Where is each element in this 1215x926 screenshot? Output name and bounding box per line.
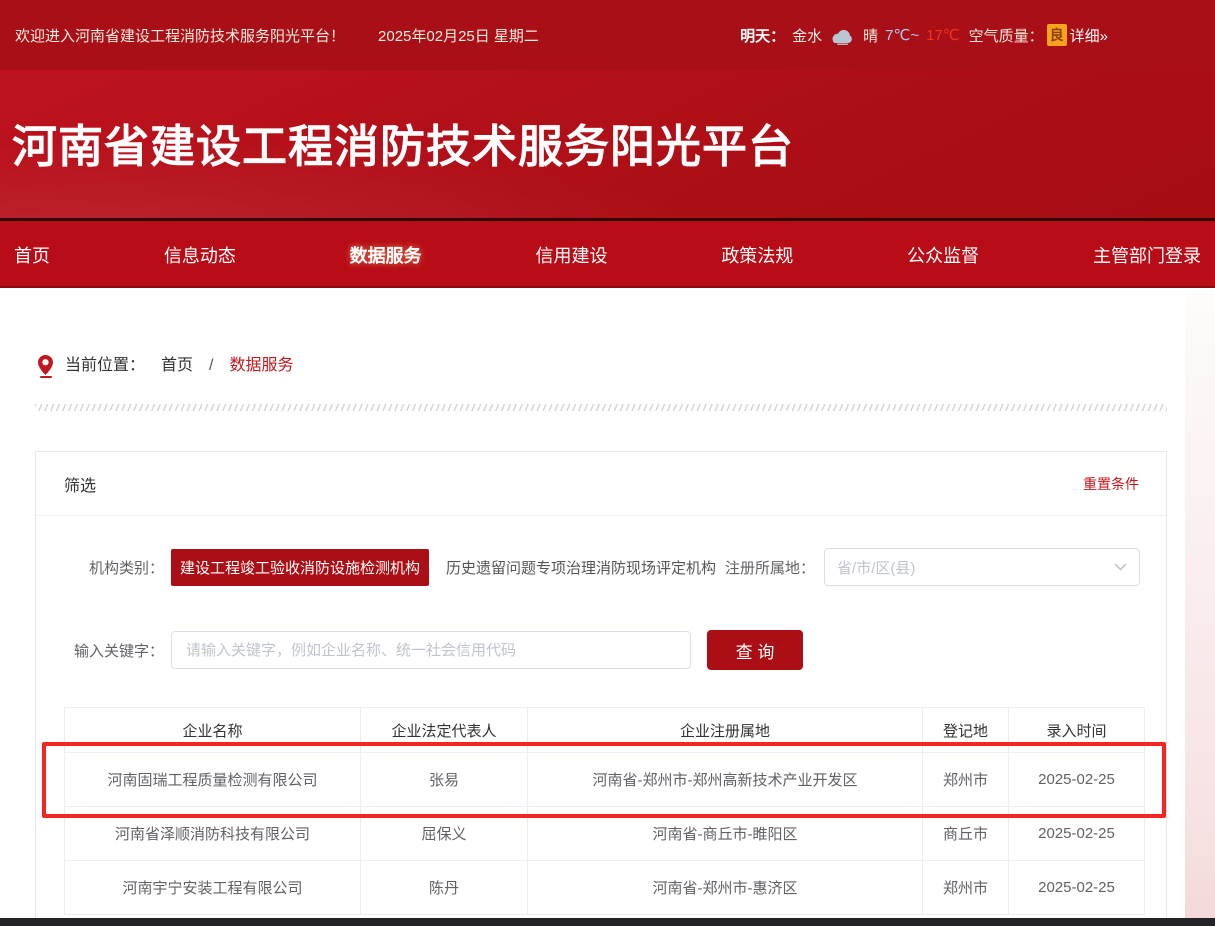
filter-title: 筛选 bbox=[64, 472, 96, 496]
filter-panel-header: 筛选 重置条件 bbox=[36, 452, 1166, 516]
cell-legal-representative: 屈保义 bbox=[361, 807, 528, 861]
table-row: 河南宇宁安装工程有限公司 陈丹 河南省-郑州市-惠济区 郑州市 2025-02-… bbox=[65, 861, 1145, 915]
cell-entry-date: 2025-02-25 bbox=[1009, 753, 1145, 807]
bottom-edge-bar bbox=[0, 918, 1215, 926]
breadcrumb-separator: / bbox=[209, 354, 213, 378]
main-nav: 首页 信息动态 数据服务 信用建设 政策法规 公众监督 主管部门登录 bbox=[0, 218, 1215, 288]
air-quality-label: 空气质量： bbox=[969, 25, 1044, 46]
cell-company-name: 河南宇宁安装工程有限公司 bbox=[65, 861, 361, 915]
category-option[interactable]: 历史遗留问题专项治理消防现场评定机构 bbox=[437, 549, 725, 586]
reset-filters-link[interactable]: 重置条件 bbox=[1083, 474, 1139, 494]
page: 欢迎进入河南省建设工程消防技术服务阳光平台！ 2025年02月25日 星期二 明… bbox=[0, 0, 1215, 926]
cell-registered-location: 河南省-郑州市-惠济区 bbox=[528, 861, 923, 915]
nav-item[interactable]: 公众监督 bbox=[907, 242, 979, 268]
keyword-input[interactable] bbox=[171, 631, 691, 669]
nav-item[interactable]: 首页 bbox=[14, 242, 50, 268]
nav-item[interactable]: 信用建设 bbox=[535, 242, 607, 268]
air-quality-badge: 良 bbox=[1047, 24, 1067, 46]
table-body: 河南固瑞工程质量检测有限公司 张易 河南省-郑州市-郑州高新技术产业开发区 郑州… bbox=[65, 753, 1145, 915]
table-header-cell: 录入时间 bbox=[1009, 708, 1145, 753]
table-header-cell: 登记地 bbox=[923, 708, 1009, 753]
table-header-row: 企业名称 企业法定代表人 企业注册属地 登记地 录入时间 bbox=[65, 708, 1145, 753]
category-option[interactable]: 建设工程竣工验收消防设施检测机构 bbox=[171, 549, 429, 586]
breadcrumb-home-link[interactable]: 首页 bbox=[161, 354, 193, 378]
date-text: 2025年02月25日 星期二 bbox=[378, 25, 539, 46]
welcome-text: 欢迎进入河南省建设工程消防技术服务阳光平台！ bbox=[15, 25, 345, 46]
page-edge-gradient bbox=[1185, 292, 1215, 918]
temp-low: 7℃~ bbox=[885, 26, 919, 44]
cell-company-name: 河南省泽顺消防科技有限公司 bbox=[65, 807, 361, 861]
results-table: 企业名称 企业法定代表人 企业注册属地 登记地 录入时间 河南固瑞工程质量检测有… bbox=[64, 707, 1145, 915]
breadcrumb: 当前位置： 首页 / 数据服务 bbox=[0, 288, 1215, 378]
cell-legal-representative: 张易 bbox=[361, 753, 528, 807]
location-pin-icon bbox=[38, 355, 53, 378]
top-utility-bar: 欢迎进入河南省建设工程消防技术服务阳光平台！ 2025年02月25日 星期二 明… bbox=[0, 0, 1215, 70]
site-title: 河南省建设工程消防技术服务阳光平台 bbox=[0, 70, 1215, 175]
cell-registry-city: 郑州市 bbox=[923, 861, 1009, 915]
temp-high: 17℃ bbox=[926, 26, 960, 44]
keyword-label: 输入关键字： bbox=[36, 640, 164, 661]
region-label: 注册所属地： bbox=[725, 557, 815, 578]
cell-entry-date: 2025-02-25 bbox=[1009, 861, 1145, 915]
table-header-cell: 企业注册属地 bbox=[528, 708, 923, 753]
region-select-placeholder: 省/市/区(县) bbox=[837, 557, 915, 578]
cell-registered-location: 河南省-商丘市-睢阳区 bbox=[528, 807, 923, 861]
slash-divider bbox=[35, 404, 1167, 411]
weather-detail-link[interactable]: 详细» bbox=[1070, 25, 1108, 46]
table-row: 河南固瑞工程质量检测有限公司 张易 河南省-郑州市-郑州高新技术产业开发区 郑州… bbox=[65, 753, 1145, 807]
nav-item[interactable]: 信息动态 bbox=[164, 242, 236, 268]
breadcrumb-label: 当前位置： bbox=[65, 354, 145, 378]
cell-company-name: 河南固瑞工程质量检测有限公司 bbox=[65, 753, 361, 807]
keyword-filter-row: 输入关键字： 查 询 bbox=[36, 630, 1166, 670]
cloud-icon bbox=[829, 26, 856, 45]
weather-condition: 晴 bbox=[863, 25, 878, 46]
cell-legal-representative: 陈丹 bbox=[361, 861, 528, 915]
category-label: 机构类别： bbox=[36, 557, 164, 578]
chevron-down-icon bbox=[1114, 563, 1127, 572]
cell-registry-city: 郑州市 bbox=[923, 753, 1009, 807]
breadcrumb-current-link[interactable]: 数据服务 bbox=[229, 354, 293, 378]
cell-entry-date: 2025-02-25 bbox=[1009, 807, 1145, 861]
table-row: 河南省泽顺消防科技有限公司 屈保义 河南省-商丘市-睢阳区 商丘市 2025-0… bbox=[65, 807, 1145, 861]
weather-widget: 明天： 金水 晴 7℃~ 17℃ 空气质量： 良 详细» bbox=[740, 24, 1108, 46]
nav-item[interactable]: 数据服务 bbox=[350, 242, 422, 268]
cell-registry-city: 商丘市 bbox=[923, 807, 1009, 861]
masthead: 河南省建设工程消防技术服务阳光平台 bbox=[0, 70, 1215, 218]
region-select[interactable]: 省/市/区(县) bbox=[824, 548, 1140, 586]
table-header-cell: 企业法定代表人 bbox=[361, 708, 528, 753]
weather-day-label: 明天： bbox=[740, 25, 785, 46]
search-button[interactable]: 查 询 bbox=[707, 630, 803, 670]
category-options: 建设工程竣工验收消防设施检测机构 历史遗留问题专项治理消防现场评定机构 bbox=[164, 549, 725, 586]
table-header-cell: 企业名称 bbox=[65, 708, 361, 753]
category-filter-row: 机构类别： 建设工程竣工验收消防设施检测机构 历史遗留问题专项治理消防现场评定机… bbox=[36, 548, 1166, 586]
nav-item[interactable]: 主管部门登录 bbox=[1093, 242, 1201, 268]
cell-registered-location: 河南省-郑州市-郑州高新技术产业开发区 bbox=[528, 753, 923, 807]
nav-item[interactable]: 政策法规 bbox=[721, 242, 793, 268]
weather-location: 金水 bbox=[792, 25, 822, 46]
filter-panel: 筛选 重置条件 机构类别： 建设工程竣工验收消防设施检测机构 历史遗留问题专项治… bbox=[35, 451, 1167, 926]
region-filter-group: 注册所属地： 省/市/区(县) bbox=[725, 548, 1140, 586]
